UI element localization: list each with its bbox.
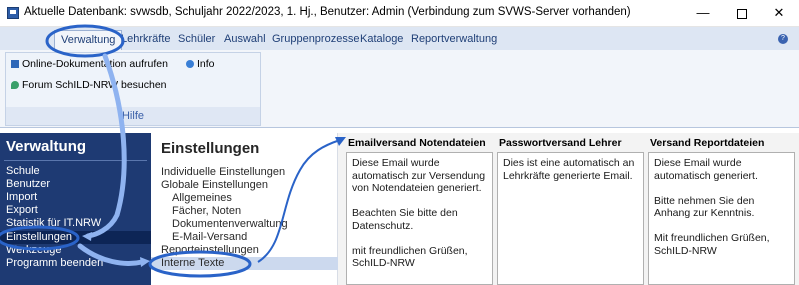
- settings-title: Einstellungen: [161, 140, 260, 157]
- window-title: Aktuelle Datenbank: svwsdb, Schuljahr 20…: [24, 6, 631, 18]
- sidebar-item-einstellungen[interactable]: Einstellungen: [0, 231, 151, 244]
- tab-kataloge[interactable]: Kataloge: [360, 33, 403, 45]
- tab-verwaltung[interactable]: Verwaltung: [54, 30, 123, 52]
- settings-panel: Einstellungen Individuelle Einstellungen…: [151, 133, 338, 285]
- sidebar-item-schule[interactable]: Schule: [0, 165, 151, 178]
- sidebar-nav: Verwaltung Schule Benutzer Import Export…: [0, 133, 151, 285]
- sidebar-item-benutzer[interactable]: Benutzer: [0, 178, 151, 191]
- forum-label: Forum SchILD-NRW besuchen: [22, 79, 167, 91]
- column-header-passwortversand: Passwortversand Lehrer: [499, 137, 622, 149]
- settings-item-interne-texte[interactable]: Interne Texte: [151, 257, 338, 270]
- settings-item-globale[interactable]: Globale Einstellungen: [161, 179, 338, 192]
- forum-icon: [11, 81, 19, 89]
- online-doc-label: Online-Dokumentation aufrufen: [22, 58, 168, 70]
- maximize-button[interactable]: [725, 3, 759, 23]
- text-field-passwortversand[interactable]: Dies ist eine automatisch an Lehrkräfte …: [497, 152, 644, 285]
- help-icon[interactable]: ?: [778, 34, 788, 44]
- sidebar-item-import[interactable]: Import: [0, 191, 151, 204]
- tab-reportverwaltung[interactable]: Reportverwaltung: [411, 33, 497, 45]
- info-icon: [186, 60, 194, 68]
- info-button[interactable]: Info: [186, 58, 215, 70]
- tab-auswahl[interactable]: Auswahl: [224, 33, 266, 45]
- ribbon-tab-bar: Verwaltung Lehrkräfte Schüler Auswahl Gr…: [0, 27, 799, 52]
- settings-item-individuelle[interactable]: Individuelle Einstellungen: [161, 166, 338, 179]
- info-label: Info: [197, 58, 215, 70]
- sidebar-item-programm-beenden[interactable]: Programm beenden: [0, 257, 151, 270]
- settings-item-reporteinstellungen[interactable]: Reporteinstellungen: [161, 244, 338, 257]
- settings-item-dokumentenverwaltung[interactable]: Dokumentenverwaltung: [172, 218, 338, 231]
- tab-lehrkraefte[interactable]: Lehrkräfte: [121, 33, 171, 45]
- nav-divider: [4, 160, 147, 161]
- nav-title: Verwaltung: [6, 138, 87, 155]
- tab-gruppenprozesse[interactable]: Gruppenprozesse: [272, 33, 359, 45]
- sidebar-item-werkzeuge[interactable]: Werkzeuge: [0, 244, 151, 257]
- ribbon-group-hilfe: Online-Dokumentation aufrufen Info Forum…: [5, 52, 261, 126]
- app-icon: [7, 7, 19, 19]
- settings-item-email-versand[interactable]: E-Mail-Versand: [172, 231, 338, 244]
- maximize-icon: [737, 8, 747, 19]
- close-button[interactable]: ✕: [762, 3, 796, 23]
- title-bar: Aktuelle Datenbank: svwsdb, Schuljahr 20…: [0, 0, 799, 27]
- settings-item-allgemeines[interactable]: Allgemeines: [172, 192, 338, 205]
- tab-schueler[interactable]: Schüler: [178, 33, 215, 45]
- ribbon-panel: Online-Dokumentation aufrufen Info Forum…: [0, 50, 799, 128]
- online-doc-button[interactable]: Online-Dokumentation aufrufen: [11, 58, 168, 70]
- column-header-notendateien: Emailversand Notendateien: [348, 137, 486, 149]
- sidebar-item-export[interactable]: Export: [0, 204, 151, 217]
- text-field-notendateien[interactable]: Diese Email wurde automatisch zur Versen…: [346, 152, 493, 285]
- text-field-reportdateien[interactable]: Diese Email wurde automatisch generiert.…: [648, 152, 795, 285]
- column-header-reportdateien: Versand Reportdateien: [650, 137, 765, 149]
- forum-button[interactable]: Forum SchILD-NRW besuchen: [11, 79, 167, 91]
- settings-item-faecher-noten[interactable]: Fächer, Noten: [172, 205, 338, 218]
- sidebar-item-statistik[interactable]: Statistik für IT.NRW: [0, 217, 151, 230]
- minimize-button[interactable]: —: [686, 3, 720, 23]
- ribbon-group-label: Hilfe: [6, 107, 260, 125]
- internal-texts-area: Emailversand Notendateien Passwortversan…: [338, 133, 799, 285]
- book-icon: [11, 60, 19, 68]
